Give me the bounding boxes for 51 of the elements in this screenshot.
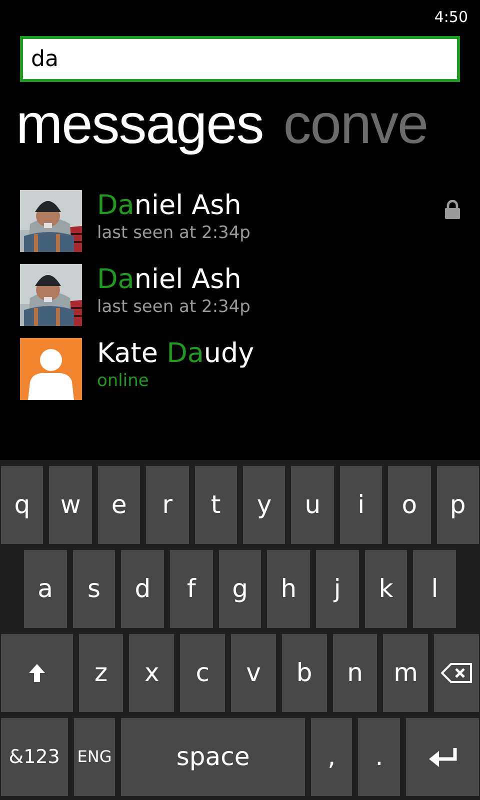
key[interactable]: f <box>170 550 213 628</box>
language-key[interactable]: ENG <box>74 718 116 796</box>
key[interactable]: g <box>218 550 262 628</box>
key[interactable]: s <box>72 550 116 628</box>
key[interactable]: a <box>24 550 67 628</box>
clock-time: 4:50 <box>434 6 468 28</box>
contact-name: Daniel Ash <box>97 264 242 296</box>
key[interactable]: w <box>49 466 92 544</box>
enter-icon <box>428 747 458 767</box>
backspace-key[interactable] <box>434 634 480 712</box>
key[interactable]: c <box>180 634 226 712</box>
key[interactable]: k <box>364 550 408 628</box>
key[interactable]: . <box>358 718 400 796</box>
key[interactable]: b <box>282 634 327 712</box>
key[interactable]: q <box>1 466 44 544</box>
key[interactable]: y <box>243 466 286 544</box>
key[interactable]: r <box>146 466 189 544</box>
key[interactable]: n <box>332 634 378 712</box>
key[interactable]: p <box>436 466 480 544</box>
backspace-icon <box>440 662 473 684</box>
key[interactable]: i <box>340 466 382 544</box>
contact-row[interactable]: Kate Daudy online <box>0 338 480 402</box>
key[interactable]: h <box>267 550 310 628</box>
key[interactable]: d <box>121 550 164 628</box>
key[interactable]: u <box>291 466 334 544</box>
contact-row[interactable]: Daniel Ash last seen at 2:34p <box>0 264 480 328</box>
symbols-key[interactable]: &123 <box>1 718 68 796</box>
key[interactable]: m <box>383 634 428 712</box>
key[interactable]: x <box>129 634 174 712</box>
key[interactable]: , <box>310 718 352 796</box>
enter-key[interactable] <box>406 718 479 796</box>
contact-status: online <box>97 370 150 392</box>
avatar-icon <box>20 338 82 400</box>
key[interactable]: l <box>413 550 456 628</box>
search-field[interactable]: da <box>20 36 460 82</box>
shift-key[interactable] <box>1 634 73 712</box>
key[interactable]: t <box>194 466 238 544</box>
pivot-title[interactable]: messages <box>16 96 264 160</box>
contact-status: last seen at 2:34p <box>97 296 250 318</box>
space-key[interactable]: space <box>121 718 305 796</box>
shift-icon <box>28 663 46 683</box>
key[interactable]: z <box>78 634 124 712</box>
contact-name: Daniel Ash <box>97 190 242 222</box>
pivot-title[interactable]: conve <box>283 96 428 160</box>
contact-row[interactable]: Daniel Ash last seen at 2:34p <box>0 190 480 254</box>
key[interactable]: v <box>231 634 276 712</box>
key[interactable]: e <box>98 466 140 544</box>
key[interactable]: o <box>388 466 431 544</box>
contact-name: Kate Daudy <box>97 338 254 370</box>
contact-status: last seen at 2:34p <box>97 222 250 244</box>
key[interactable]: j <box>316 550 359 628</box>
